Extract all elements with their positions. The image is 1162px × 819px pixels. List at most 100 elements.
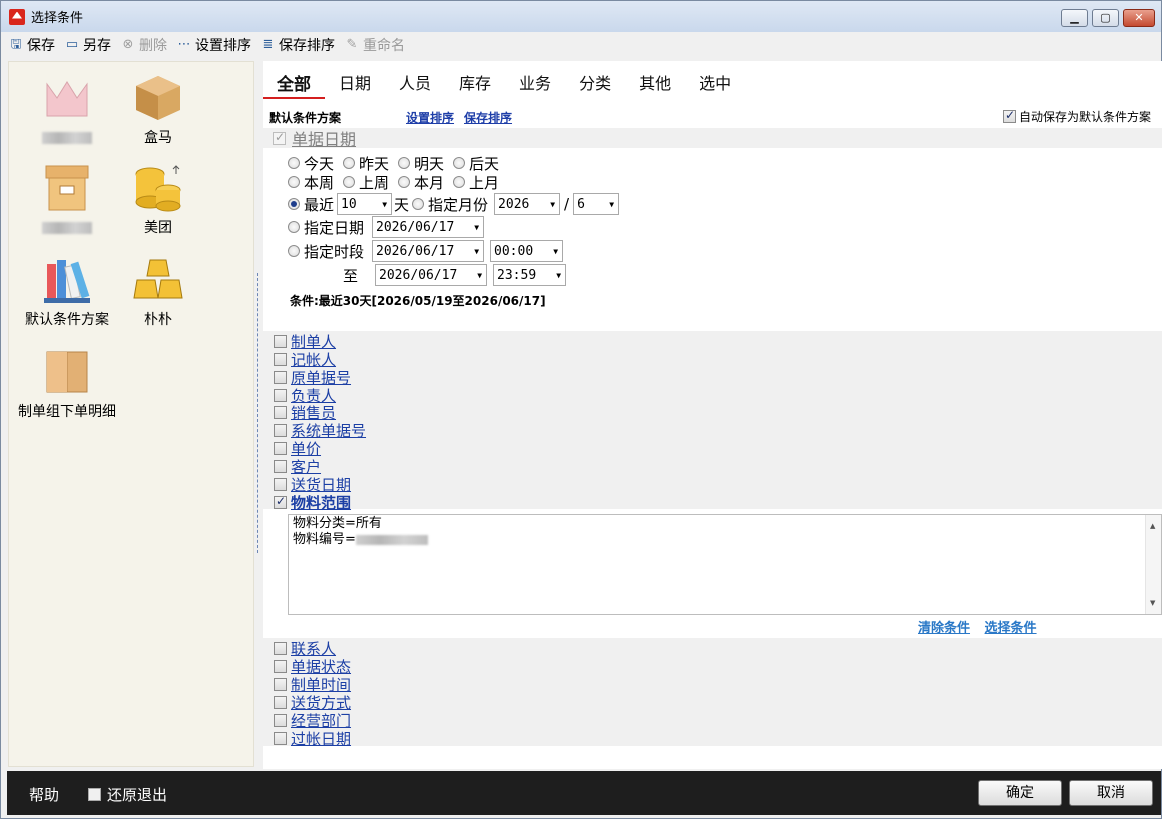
field-bookkeeper[interactable]: 记帐人 — [274, 350, 336, 369]
field-material-range[interactable]: 物料范围 — [274, 493, 351, 512]
field-checkbox[interactable] — [274, 659, 287, 673]
year-select[interactable]: 2026 ▼ — [494, 193, 561, 215]
radio-button[interactable] — [288, 245, 300, 257]
field-business-dept[interactable]: 经营部门 — [274, 711, 351, 730]
cancel-button[interactable]: 取消 — [1069, 780, 1153, 806]
field-system-doc-no[interactable]: 系统单据号 — [274, 421, 366, 440]
scroll-down-icon[interactable]: ▼ — [1150, 595, 1155, 611]
field-checkbox[interactable] — [274, 370, 287, 384]
field-checkbox[interactable] — [274, 641, 287, 655]
field-checkbox[interactable] — [274, 334, 287, 348]
maximize-button[interactable]: ▢ — [1092, 9, 1119, 27]
field-customer[interactable]: 客户 — [274, 457, 321, 476]
save-button[interactable]: 🖫 保存 — [9, 35, 55, 55]
tab-other[interactable]: 其他 — [625, 61, 685, 99]
scheme-item[interactable]: 默认条件方案 — [17, 254, 117, 330]
save-sort-link[interactable]: 保存排序 — [464, 109, 512, 126]
radio-specific-date[interactable]: 指定日期 — [288, 217, 364, 238]
radio-last-month[interactable]: 上月 — [453, 172, 499, 193]
radio-button[interactable] — [288, 176, 300, 188]
auto-save-checkbox[interactable] — [1002, 108, 1016, 123]
field-delivery-date[interactable]: 送货日期 — [274, 475, 351, 494]
period-from-time-picker[interactable]: 00:00 ▼ — [490, 240, 564, 262]
field-contact[interactable]: 联系人 — [274, 639, 336, 658]
field-original-doc-no[interactable]: 原单据号 — [274, 368, 351, 387]
document-date-checkbox[interactable] — [273, 130, 286, 145]
save-as-button[interactable]: ▭ 另存 — [65, 35, 111, 55]
radio-button[interactable] — [398, 157, 411, 169]
recent-days-select[interactable]: 10 ▼ — [337, 193, 393, 215]
radio-yesterday[interactable]: 昨天 — [343, 153, 389, 174]
field-checkbox[interactable] — [274, 677, 287, 691]
field-checkbox[interactable] — [274, 459, 287, 473]
scroll-up-icon[interactable]: ▲ — [1150, 518, 1155, 534]
radio-button[interactable] — [453, 157, 466, 169]
radio-button[interactable] — [288, 198, 300, 210]
radio-today[interactable]: 今天 — [288, 153, 334, 174]
radio-button[interactable] — [343, 176, 356, 188]
tab-inventory[interactable]: 库存 — [445, 61, 505, 99]
tab-selected[interactable]: 选中 — [685, 61, 745, 99]
radio-tomorrow[interactable]: 明天 — [398, 153, 444, 174]
radio-button[interactable] — [412, 198, 425, 210]
radio-last-week[interactable]: 上周 — [343, 172, 389, 193]
scheme-item[interactable]: 盒马 — [108, 72, 208, 148]
radio-specific-month[interactable]: 指定月份 — [412, 194, 488, 215]
scheme-item[interactable] — [17, 162, 117, 238]
radio-button[interactable] — [288, 221, 300, 233]
month-select[interactable]: 6 ▼ — [573, 193, 620, 215]
field-checkbox[interactable] — [274, 352, 287, 366]
field-checkbox[interactable] — [274, 477, 287, 491]
rename-button[interactable]: ✎ 重命名 — [345, 35, 405, 55]
tab-business[interactable]: 业务 — [505, 61, 565, 99]
field-doc-status[interactable]: 单据状态 — [274, 657, 351, 676]
field-checkbox[interactable] — [274, 388, 287, 402]
scheme-item[interactable]: 美团 — [108, 162, 208, 238]
auto-save-option[interactable]: 自动保存为默认条件方案 — [1002, 108, 1151, 125]
scheme-item[interactable] — [17, 72, 117, 148]
field-unit-price[interactable]: 单价 — [274, 439, 321, 458]
restore-exit-checkbox[interactable] — [88, 788, 101, 801]
field-posting-date[interactable]: 过帐日期 — [274, 729, 351, 748]
field-delivery-method[interactable]: 送货方式 — [274, 693, 351, 712]
close-button[interactable]: ✕ — [1123, 9, 1155, 27]
field-checkbox[interactable] — [274, 731, 287, 745]
material-box-scrollbar[interactable]: ▲ ▼ — [1145, 515, 1161, 614]
restore-exit-option[interactable]: 还原退出 — [88, 784, 167, 805]
material-condition-box[interactable]: 物料分类=所有 物料编号= ▲ ▼ — [288, 514, 1162, 615]
radio-specific-period[interactable]: 指定时段 — [288, 241, 364, 262]
select-condition-link[interactable]: 选择条件 — [985, 621, 1037, 636]
tab-all[interactable]: 全部 — [263, 61, 325, 99]
scheme-item[interactable]: 制单组下单明细 — [17, 346, 117, 422]
panel-splitter[interactable] — [257, 273, 260, 553]
radio-day-after-tomorrow[interactable]: 后天 — [453, 153, 499, 174]
help-button[interactable]: 帮助 — [29, 784, 59, 805]
delete-button[interactable]: ⊗ 删除 — [121, 35, 167, 55]
ok-button[interactable]: 确定 — [978, 780, 1062, 806]
scheme-item[interactable]: 朴朴 — [108, 254, 208, 330]
period-from-date-picker[interactable]: 2026/06/17 ▼ — [372, 240, 485, 262]
period-to-time-picker[interactable]: 23:59 ▼ — [493, 264, 567, 286]
specific-date-picker[interactable]: 2026/06/17 ▼ — [372, 216, 485, 238]
field-checkbox[interactable] — [274, 713, 287, 727]
radio-button[interactable] — [288, 157, 300, 169]
minimize-button[interactable]: ▁ — [1061, 9, 1088, 27]
radio-this-week[interactable]: 本周 — [288, 172, 334, 193]
clear-condition-link[interactable]: 清除条件 — [918, 621, 970, 636]
field-checkbox[interactable] — [274, 441, 287, 455]
tab-category[interactable]: 分类 — [565, 61, 625, 99]
field-checkbox[interactable] — [274, 494, 287, 509]
radio-recent[interactable]: 最近 — [288, 194, 334, 215]
save-sort-button[interactable]: ≣ 保存排序 — [261, 35, 335, 55]
field-checkbox[interactable] — [274, 423, 287, 437]
radio-button[interactable] — [398, 176, 411, 188]
tab-personnel[interactable]: 人员 — [385, 61, 445, 99]
field-checkbox[interactable] — [274, 695, 287, 709]
tab-date[interactable]: 日期 — [325, 61, 385, 99]
field-create-time[interactable]: 制单时间 — [274, 675, 351, 694]
field-checkbox[interactable] — [274, 405, 287, 419]
set-sort-button[interactable]: ⋯ 设置排序 — [177, 35, 252, 55]
radio-this-month[interactable]: 本月 — [398, 172, 444, 193]
set-sort-link[interactable]: 设置排序 — [406, 109, 454, 126]
field-salesperson[interactable]: 销售员 — [274, 403, 336, 422]
